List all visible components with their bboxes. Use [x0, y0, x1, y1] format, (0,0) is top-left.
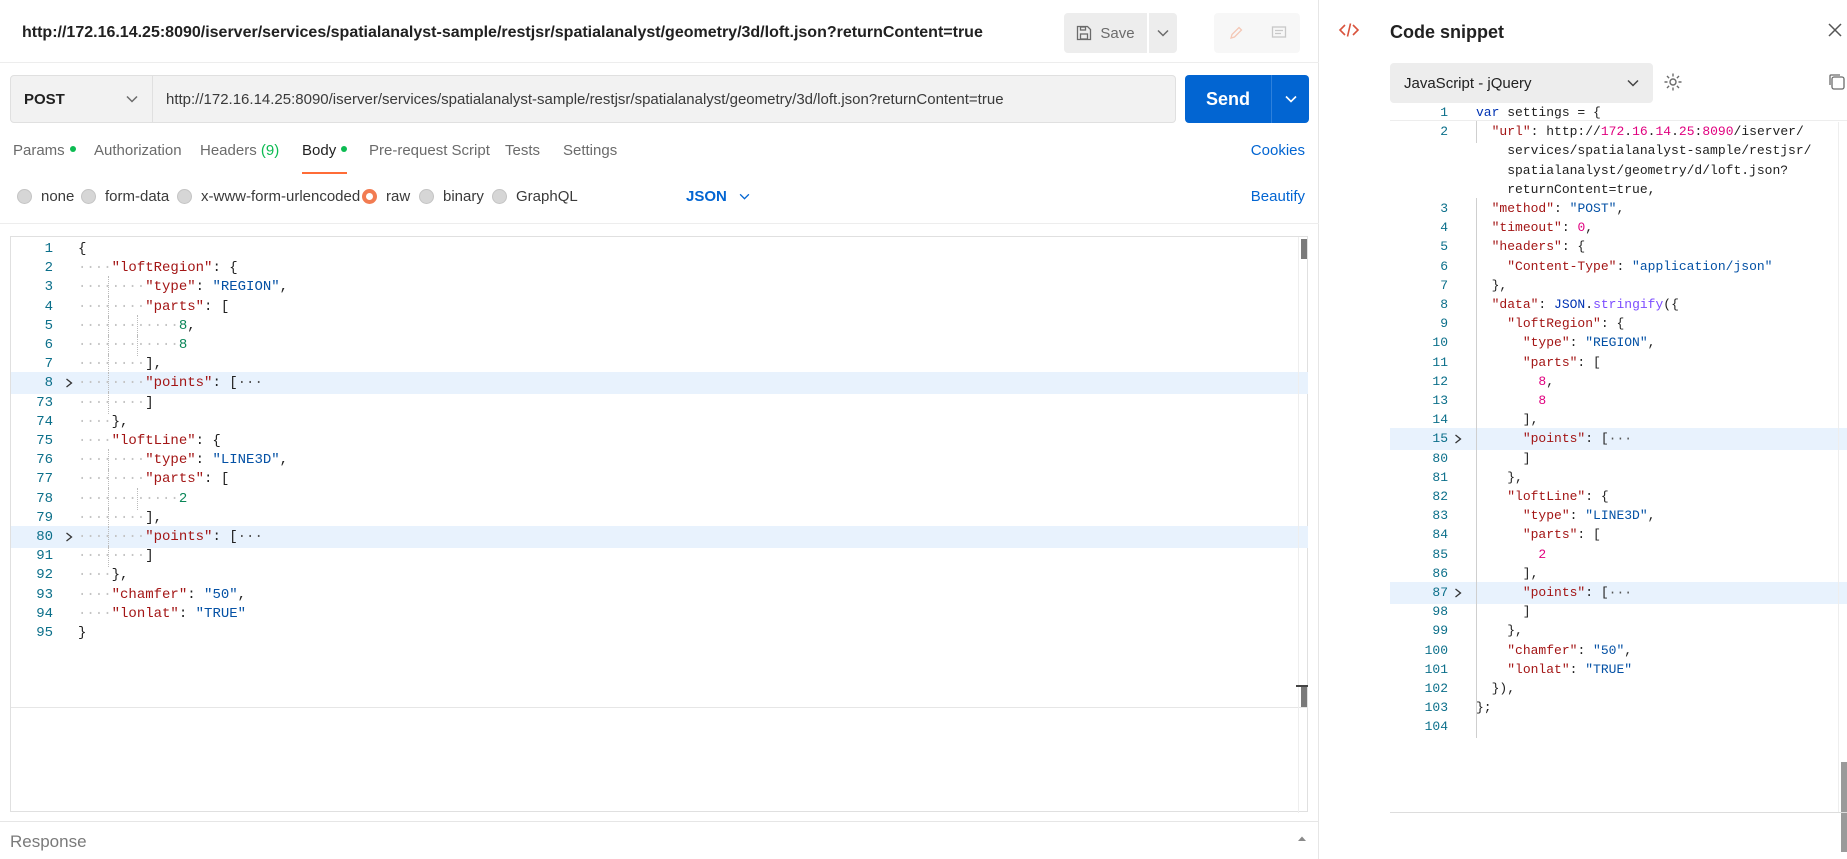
radio-graphql[interactable]: GraphQL	[492, 188, 578, 205]
tab-params[interactable]: Params	[13, 142, 76, 168]
method-value: POST	[24, 90, 65, 108]
code-snippet-pane: Code snippet JavaScript - jQuery 1 var se…	[1320, 0, 1847, 859]
radio-binary-label: binary	[443, 188, 484, 205]
radio-circle	[17, 189, 32, 204]
request-tabs: Params Authorization Headers (9) Body Pr…	[0, 142, 1319, 174]
tab-headers[interactable]: Headers (9)	[200, 142, 279, 168]
radio-x-www-form-urlencoded[interactable]: x-www-form-urlencoded	[177, 188, 360, 205]
headers-count: (9)	[260, 142, 280, 159]
line-text: }	[78, 625, 87, 641]
chevron-down-icon	[1157, 29, 1169, 37]
beautify-link[interactable]: Beautify	[1251, 188, 1305, 205]
scrollbar-thumb[interactable]	[1301, 239, 1307, 259]
scrollbar-thumb[interactable]	[1841, 762, 1847, 852]
chevron-up-icon[interactable]	[1297, 835, 1307, 842]
request-title-bar: http://172.16.14.25:8090/iserver/service…	[0, 0, 1319, 63]
method-select[interactable]: POST	[10, 75, 153, 123]
code-line[interactable]: 95}	[11, 622, 1308, 644]
radio-form-data[interactable]: form-data	[81, 188, 169, 205]
comment-icon	[1271, 26, 1286, 38]
editor-scrollbar[interactable]	[1298, 237, 1308, 813]
send-button-group: Send	[1185, 75, 1309, 123]
radio-graphql-label: GraphQL	[516, 188, 578, 205]
tab-params-label: Params	[13, 142, 65, 159]
radio-binary[interactable]: binary	[419, 188, 484, 205]
tab-authorization[interactable]: Authorization	[94, 142, 182, 168]
save-button[interactable]: Save	[1064, 13, 1147, 53]
radio-circle	[177, 189, 192, 204]
radio-form-data-label: form-data	[105, 188, 170, 205]
request-title[interactable]: http://172.16.14.25:8090/iserver/service…	[22, 24, 983, 42]
radio-raw[interactable]: raw	[362, 188, 410, 205]
language-value: JavaScript - jQuery	[1404, 74, 1532, 92]
radio-circle-selected	[362, 189, 377, 204]
send-button[interactable]: Send	[1185, 75, 1272, 123]
snippet-title: Code snippet	[1390, 22, 1505, 42]
params-status-dot	[69, 146, 76, 153]
body-type-options: none form-data x-www-form-urlencoded raw…	[0, 188, 1319, 212]
comment-button[interactable]	[1257, 13, 1300, 53]
chevron-down-icon	[1284, 95, 1297, 103]
radio-circle	[81, 189, 96, 204]
body-format-value: JSON	[686, 188, 727, 205]
tab-pre-request-script[interactable]: Pre-request Script	[369, 142, 490, 168]
line-number: 95	[36, 625, 53, 641]
edit-actions	[1214, 13, 1300, 53]
snippet-bottom-rule	[1390, 812, 1847, 813]
code-icon	[1338, 23, 1360, 37]
cookies-link[interactable]: Cookies	[1251, 142, 1305, 159]
url-input[interactable]: http://172.16.14.25:8090/iserver/service…	[153, 75, 1176, 123]
body-editor[interactable]: 1{2 ····"loftRegion": {3 ········"type": "…	[10, 236, 1308, 813]
radio-raw-label: raw	[386, 188, 411, 205]
language-select[interactable]: JavaScript - jQuery	[1390, 63, 1653, 103]
save-icon	[1077, 25, 1092, 41]
radio-urlencoded-label: x-www-form-urlencoded	[201, 188, 361, 205]
radio-none[interactable]: none	[17, 188, 74, 205]
snippet-code[interactable]: 1 var settings = {2 "url": http://172.16.…	[1390, 105, 1847, 859]
radio-circle	[419, 189, 434, 204]
postman-app: http://172.16.14.25:8090/iserver/service…	[0, 0, 1847, 859]
divider	[0, 223, 1319, 224]
editor-end-rule	[11, 707, 1308, 708]
save-options-button[interactable]	[1149, 13, 1177, 53]
close-icon[interactable]	[1827, 22, 1843, 38]
pencil-icon	[1229, 26, 1242, 39]
edit-button[interactable]	[1214, 13, 1257, 53]
send-options-button[interactable]	[1272, 75, 1309, 123]
request-pane: http://172.16.14.25:8090/iserver/service…	[0, 0, 1319, 859]
response-label: Response	[10, 832, 87, 851]
tab-body[interactable]: Body	[302, 142, 348, 174]
response-panel[interactable]: Response	[0, 821, 1319, 859]
body-status-dot	[341, 146, 348, 153]
radio-none-label: none	[41, 188, 75, 205]
body-format-select[interactable]: JSON	[686, 188, 750, 205]
tab-headers-label: Headers	[200, 142, 257, 159]
radio-circle	[492, 189, 507, 204]
scrollbar-thumb[interactable]	[1301, 687, 1307, 707]
scroll-cursor-marker	[1296, 685, 1308, 687]
gear-icon[interactable]	[1663, 72, 1683, 92]
tab-body-label: Body	[302, 142, 337, 159]
save-label: Save	[1100, 24, 1135, 42]
chevron-down-icon	[739, 193, 750, 200]
tab-settings[interactable]: Settings	[563, 142, 617, 168]
snippet-scrollbar[interactable]	[1838, 122, 1847, 852]
chevron-down-icon	[1627, 79, 1639, 87]
tab-tests[interactable]: Tests	[505, 142, 540, 168]
copy-icon[interactable]	[1828, 73, 1846, 91]
url-bar: POST http://172.16.14.25:8090/iserver/se…	[10, 75, 1176, 123]
chevron-down-icon	[126, 95, 138, 103]
line-number: 104	[1424, 719, 1448, 735]
indent-guide	[1476, 716, 1477, 739]
snippet-line[interactable]: 104	[1390, 716, 1847, 739]
save-button-group: Save	[1064, 13, 1177, 53]
